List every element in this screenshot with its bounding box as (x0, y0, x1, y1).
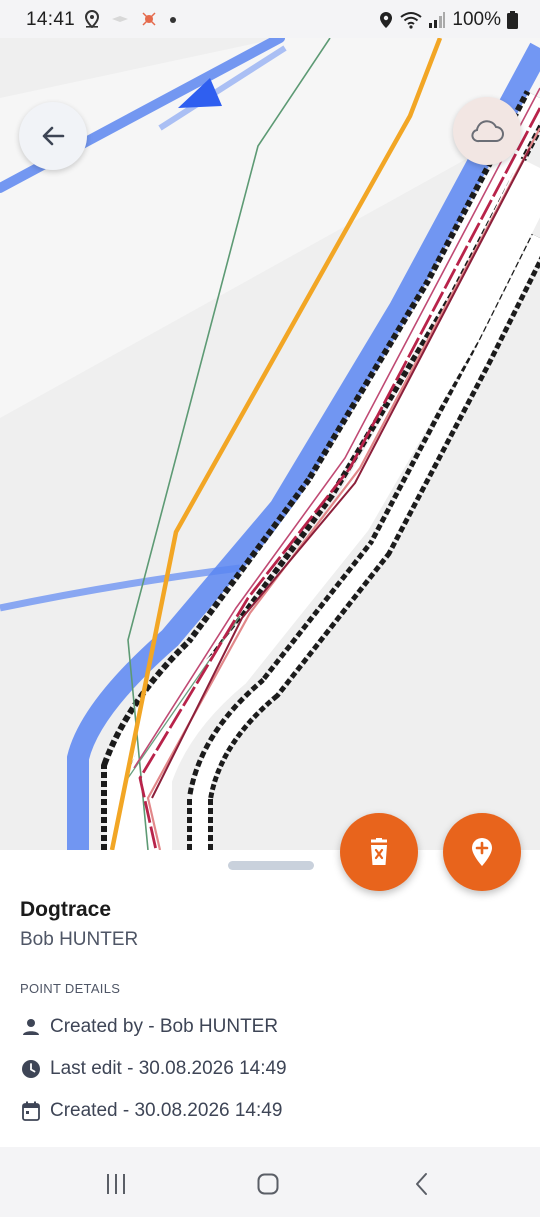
app-screen: 14:41 100% Dogtrace Bob HUNTER POINT DET… (0, 0, 540, 1217)
created-by-row: Created by - Bob HUNTER (20, 1016, 278, 1038)
last-edit-row: Last edit - 30.08.2026 14:49 (20, 1058, 287, 1080)
recents-icon (107, 1174, 125, 1194)
battery-percent: 100% (452, 9, 501, 30)
signal-icon (429, 12, 446, 28)
arrow-left-icon (42, 126, 65, 146)
created-by-text: Created by - Bob HUNTER (50, 1016, 279, 1037)
system-back-button[interactable] (402, 1169, 442, 1199)
back-button[interactable] (19, 102, 87, 170)
location-pin-notification-icon (84, 10, 100, 28)
person-icon (20, 1016, 42, 1038)
map-tracks (0, 38, 540, 850)
status-bar: 14:41 100% (0, 0, 540, 38)
clock-icon (20, 1058, 42, 1080)
home-icon (257, 1173, 279, 1195)
status-time: 14:41 (26, 9, 76, 30)
wifi-icon (400, 12, 423, 29)
location-icon (380, 12, 393, 28)
trash-icon (371, 838, 387, 865)
satellite-notification-icon (142, 12, 156, 26)
cloud-sync-button[interactable] (453, 97, 521, 165)
drag-handle[interactable] (228, 861, 314, 870)
back-icon (416, 1173, 427, 1195)
system-nav-bar (0, 1147, 540, 1217)
add-point-button[interactable] (443, 813, 521, 891)
created-row: Created - 30.08.2026 14:49 (20, 1100, 282, 1122)
notification-icons (84, 10, 178, 28)
recents-button[interactable] (96, 1169, 136, 1199)
section-label: POINT DETAILS (20, 981, 121, 996)
point-owner: Bob HUNTER (20, 929, 139, 950)
cloud-icon (471, 120, 504, 143)
last-edit-text: Last edit - 30.08.2026 14:49 (50, 1058, 287, 1079)
delete-point-button[interactable] (340, 813, 418, 891)
battery-icon (507, 11, 518, 29)
point-title: Dogtrace (20, 898, 112, 921)
dot-notification-icon (170, 17, 176, 23)
calendar-icon (20, 1100, 42, 1122)
point-details-sheet: Dogtrace Bob HUNTER POINT DETAILS Create… (0, 850, 540, 1147)
created-text: Created - 30.08.2026 14:49 (50, 1100, 283, 1121)
map-view[interactable] (0, 38, 540, 850)
map-pin-plus-icon (472, 838, 492, 866)
app-notification-icon (112, 16, 128, 22)
home-button[interactable] (248, 1169, 288, 1199)
status-right: 100% (378, 9, 518, 31)
